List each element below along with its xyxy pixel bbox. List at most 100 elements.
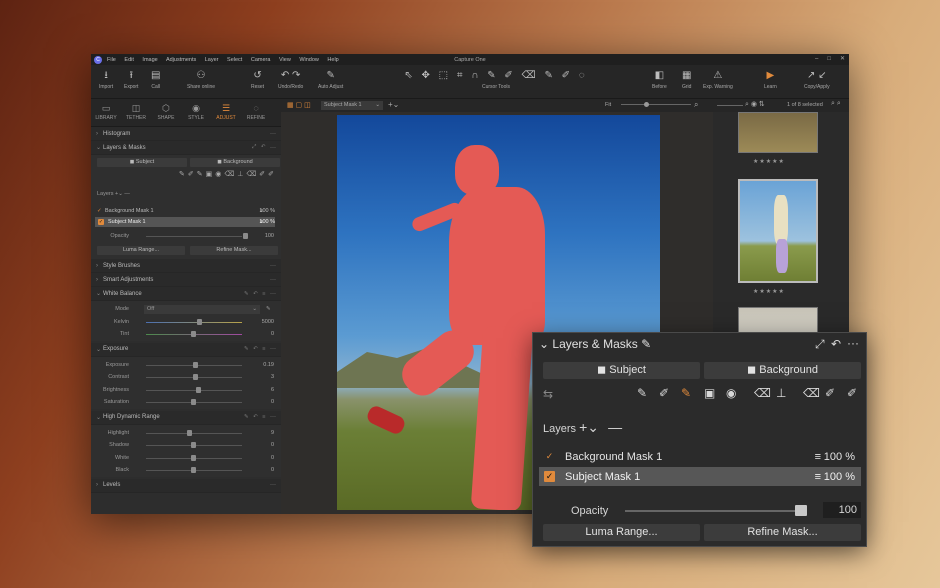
slider-knob[interactable]: [197, 318, 202, 325]
thumb-size-slider[interactable]: [717, 105, 743, 106]
smart-adjustments-section[interactable]: › Smart Adjustments ···: [91, 273, 281, 287]
refine-mask-button[interactable]: Refine Mask...: [190, 246, 278, 255]
expand-icon[interactable]: ⤢: [815, 337, 825, 352]
menu-adjustments[interactable]: Adjustments: [166, 57, 196, 63]
copy-apply-button[interactable]: ↗ ↙ Copy/Apply: [804, 69, 830, 90]
saturation-slider-row[interactable]: Saturation 0: [91, 396, 281, 409]
call-button[interactable]: ▤ Call: [151, 69, 160, 90]
mask-tools-row[interactable]: ✎✐✎▣◉⌫⊥⌫✐✐: [97, 170, 277, 178]
thumbnail-1-rating[interactable]: ★★★★★: [753, 158, 785, 165]
histogram-section[interactable]: › Histogram ···: [91, 127, 281, 141]
search-icon[interactable]: ⌕: [694, 100, 698, 110]
slider-knob[interactable]: [191, 442, 196, 448]
more-icon[interactable]: ···: [270, 131, 276, 137]
zoom-slider-track[interactable]: [621, 104, 691, 105]
menu-camera[interactable]: Camera: [251, 57, 271, 63]
tint-slider-row[interactable]: Tint 0: [91, 328, 281, 341]
zoom-slider-knob[interactable]: [644, 102, 649, 107]
share-online-button[interactable]: ⚇ Share online: [187, 69, 215, 90]
export-button[interactable]: ⭱ Export: [124, 69, 138, 90]
subject-mask-button[interactable]: ◼ Subject: [97, 158, 187, 167]
luma-range-button[interactable]: Luma Range...: [543, 524, 700, 541]
check-icon[interactable]: ✓: [544, 451, 555, 462]
menu-file[interactable]: File: [107, 57, 116, 63]
add-layer-icon[interactable]: +⌄: [115, 191, 123, 197]
more-icon[interactable]: ···: [270, 346, 276, 352]
shadow-slider-row[interactable]: Shadow 0: [91, 439, 281, 452]
slider-knob[interactable]: [196, 386, 201, 393]
tab-shape[interactable]: ⬡ SHAPE: [151, 102, 181, 121]
exp-warning-button[interactable]: ⚠ Exp. Warning: [703, 69, 733, 90]
import-button[interactable]: ⭳ Import: [99, 69, 113, 90]
remove-layer-icon[interactable]: —: [124, 191, 130, 197]
remove-layer-icon[interactable]: —: [608, 419, 622, 435]
reset-button[interactable]: ↺ Reset: [251, 69, 264, 90]
slider-knob[interactable]: [191, 467, 196, 473]
ai-brush-icon[interactable]: ✎: [681, 386, 691, 400]
slider-knob[interactable]: [193, 361, 198, 368]
layer-row-subject-mask[interactable]: ✓ Subject Mask 1 ≡ 100 %: [539, 467, 861, 486]
slider-knob[interactable]: [193, 374, 198, 380]
layer-row-background-mask[interactable]: ✓ Background Mask 1 ≡ 100 %: [539, 447, 861, 466]
tab-refine[interactable]: ◌ REFINE: [241, 102, 271, 121]
thumbnail-2-selected[interactable]: [738, 179, 818, 283]
magic-brush-icon[interactable]: ✐: [659, 386, 669, 400]
menu-layer[interactable]: Layer: [205, 57, 219, 63]
white-balance-section[interactable]: ⌄ White Balance ✎ ↶ ≡ ···: [91, 287, 281, 301]
popout-header[interactable]: ⌄ Layers & Masks ✎: [539, 337, 651, 351]
erase-mask-icon[interactable]: ⌫: [803, 386, 820, 400]
tab-style[interactable]: ◉ STYLE: [181, 102, 211, 121]
swap-icon[interactable]: ⇆: [543, 387, 553, 401]
slider-knob[interactable]: [191, 454, 196, 461]
minimize-button[interactable]: –: [815, 54, 818, 65]
menu-view[interactable]: View: [279, 57, 291, 63]
layer-row-subject-mask[interactable]: ✓ Subject Mask 1 ≡ 100 %: [95, 217, 275, 227]
slider-knob[interactable]: [187, 429, 192, 436]
layers-masks-section[interactable]: ⌄ Layers & Masks ⤢ ↶ ···: [91, 141, 281, 155]
magic-eraser-icon[interactable]: ✐: [825, 386, 835, 400]
more-icon[interactable]: ···: [270, 414, 276, 420]
eraser-icon[interactable]: ⌫: [754, 386, 771, 400]
search-icon[interactable]: ⌕ ⌕: [831, 100, 841, 108]
contrast-slider-row[interactable]: Contrast 3: [91, 371, 281, 384]
menu-select[interactable]: Select: [227, 57, 242, 63]
opacity-value-field[interactable]: 100: [823, 502, 861, 518]
checkbox-icon[interactable]: ✓: [544, 471, 555, 482]
checkbox-icon[interactable]: ✓: [98, 219, 104, 225]
subject-mask-button[interactable]: ◼ Subject: [543, 362, 700, 379]
before-button[interactable]: ◧ Before: [652, 69, 667, 90]
add-icon[interactable]: +⌄: [388, 100, 399, 109]
stamp-icon[interactable]: ⊥: [776, 386, 786, 400]
background-mask-button[interactable]: ◼ Background: [704, 362, 861, 379]
levels-section[interactable]: › Levels ···: [91, 478, 281, 493]
more-icon[interactable]: ···: [270, 482, 276, 488]
auto-adjust-button[interactable]: ✎ Auto Adjust: [318, 69, 343, 90]
white-slider-row[interactable]: White 0: [91, 452, 281, 465]
slider-knob[interactable]: [191, 331, 196, 337]
brightness-slider-row[interactable]: Brightness 6: [91, 384, 281, 397]
tab-adjust[interactable]: ☰ ADJUST: [211, 102, 241, 128]
learn-button[interactable]: ▶ Learn: [764, 69, 777, 90]
menu-image[interactable]: Image: [142, 57, 157, 63]
background-mask-button[interactable]: ◼ Background: [190, 158, 280, 167]
linear-gradient-icon[interactable]: ▣: [704, 386, 715, 400]
cursor-tools-button[interactable]: ⇖ ✥ ⬚ ⌗ ∩ ✎ ✐ ⌫ ✎ ✐ ◌ Cursor Tools: [377, 69, 615, 90]
grid-button[interactable]: ▦ Grid: [682, 69, 691, 90]
sliders-icon[interactable]: ≡: [815, 471, 821, 483]
slider-knob[interactable]: [191, 399, 196, 405]
exposure-slider-row[interactable]: Exposure 0.19: [91, 359, 281, 372]
layer-row-background-mask[interactable]: ✓ Background Mask 1 ≡ 100 %: [95, 206, 275, 216]
high-dynamic-range-section[interactable]: ⌄ High Dynamic Range ✎ ↶ ≡ ···: [91, 410, 281, 425]
undo-redo-button[interactable]: ↶ ↷ Undo/Redo: [278, 69, 303, 90]
check-icon[interactable]: ✓: [95, 208, 105, 214]
menu-edit[interactable]: Edit: [124, 57, 133, 63]
opacity-slider-row[interactable]: Opacity 100: [91, 230, 281, 243]
menu-window[interactable]: Window: [299, 57, 319, 63]
more-icon[interactable]: ···: [270, 145, 276, 151]
zoom-fit-label[interactable]: Fit: [605, 102, 611, 108]
ai-eraser-icon[interactable]: ✐: [847, 386, 857, 400]
black-slider-row[interactable]: Black 0: [91, 464, 281, 477]
maximize-button[interactable]: □: [827, 54, 831, 65]
luma-range-button[interactable]: Luma Range...: [97, 246, 185, 255]
tab-library[interactable]: ▭ LIBRARY: [91, 102, 121, 121]
